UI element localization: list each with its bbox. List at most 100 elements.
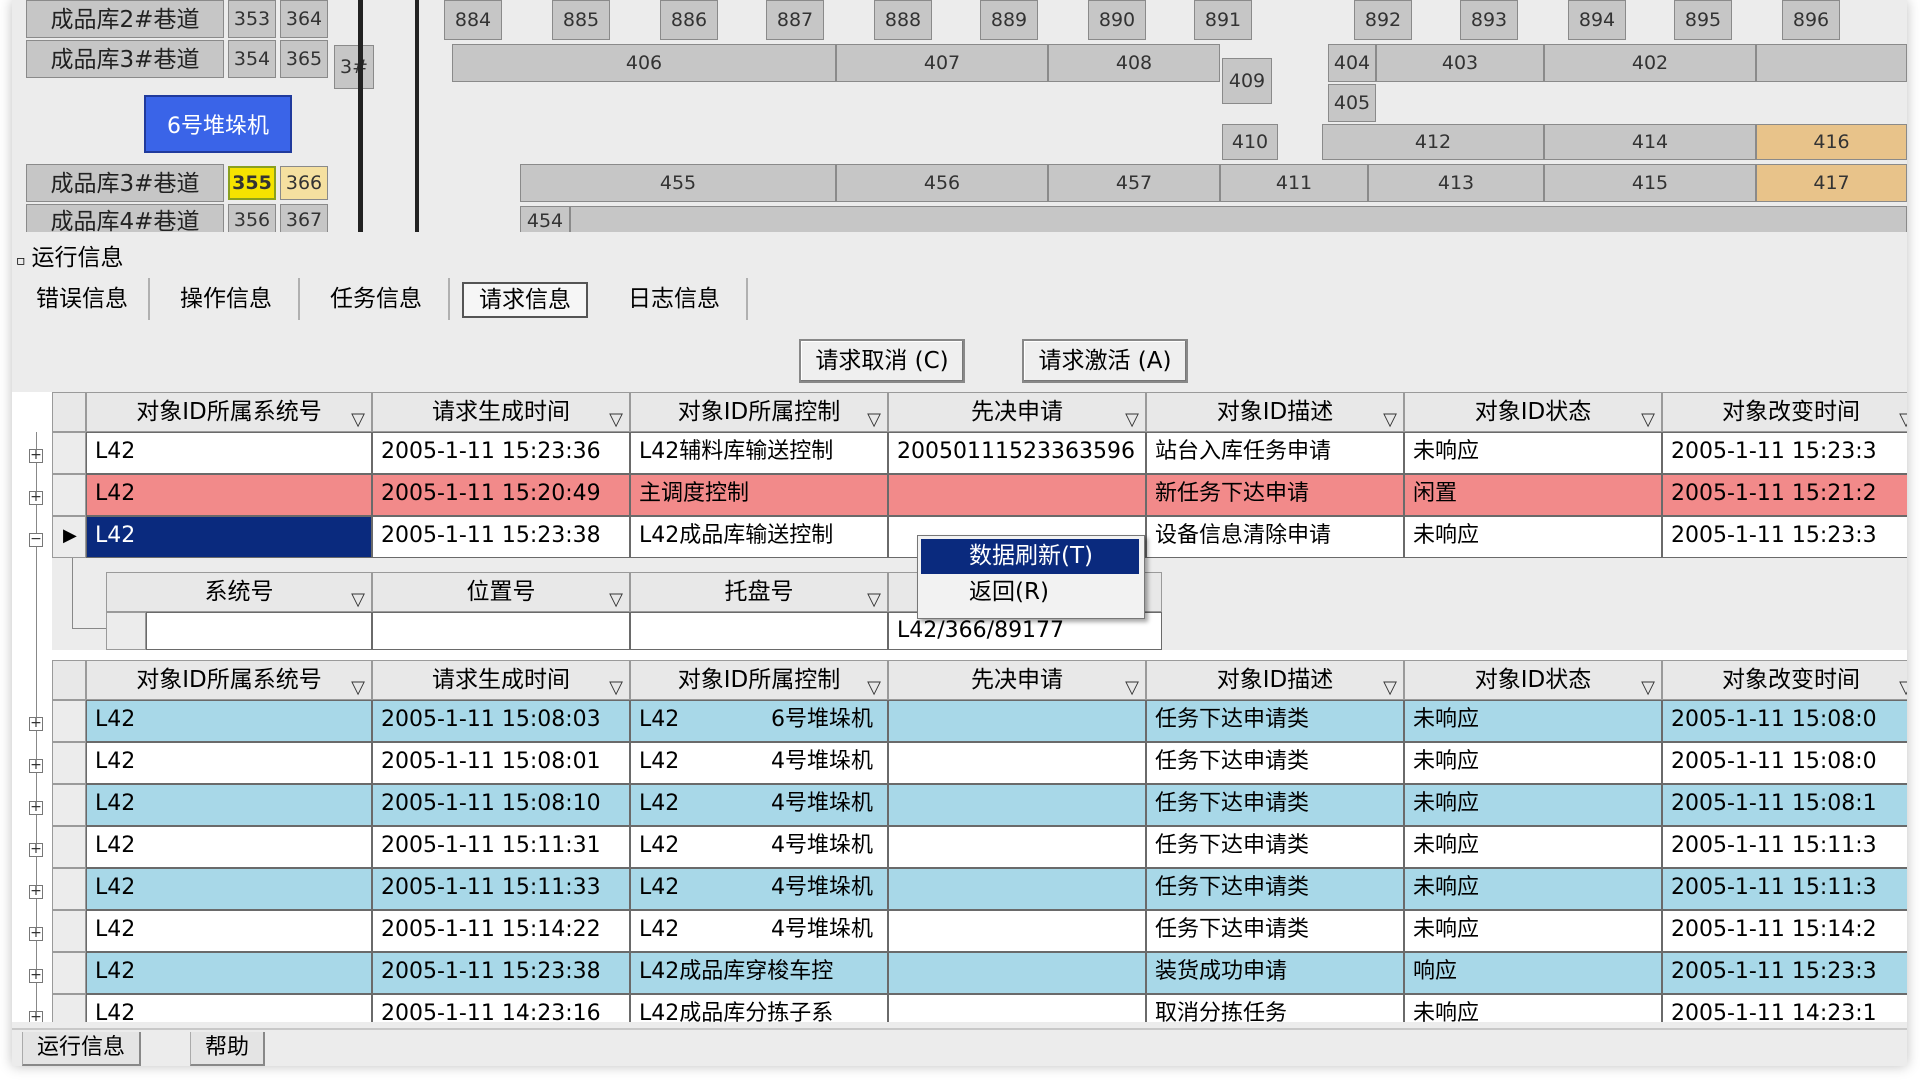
funnel-icon[interactable]: ▽: [1125, 401, 1139, 431]
grid-cell[interactable]: L42 4号堆垛机: [630, 868, 888, 910]
slot-cell-highlight[interactable]: 366: [280, 166, 328, 200]
funnel-icon[interactable]: ▽: [1383, 669, 1397, 699]
row-selector[interactable]: [52, 784, 86, 826]
funnel-icon[interactable]: ▽: [1383, 401, 1397, 431]
slot-cell[interactable]: 409: [1222, 58, 1272, 104]
slot-cell[interactable]: 894: [1568, 0, 1626, 40]
grid-cell[interactable]: 未响应: [1404, 868, 1662, 910]
grid-cell[interactable]: L42 6号堆垛机: [630, 700, 888, 742]
funnel-icon[interactable]: ▽: [1641, 669, 1655, 699]
grid-cell[interactable]: L42: [86, 784, 372, 826]
grid-cell[interactable]: 未响应: [1404, 910, 1662, 952]
row-selector[interactable]: [52, 742, 86, 784]
menu-item-refresh[interactable]: 数据刷新(T): [921, 539, 1139, 574]
tab-operations[interactable]: 操作信息: [154, 278, 300, 320]
slot-cell[interactable]: 365: [280, 40, 328, 78]
grid-cell[interactable]: 2005-1-11 15:11:33: [372, 868, 630, 910]
grid-cell[interactable]: [888, 826, 1146, 868]
slot-cell[interactable]: 888: [874, 0, 932, 40]
grid-cell[interactable]: 任务下达申请类: [1146, 784, 1404, 826]
grid-cell[interactable]: 2005-1-11 14:23:16: [372, 994, 630, 1022]
slot-cell[interactable]: 402: [1544, 44, 1756, 82]
slot-cell[interactable]: 456: [836, 164, 1048, 202]
column-header[interactable]: 请求生成时间 ▽: [372, 392, 630, 432]
row-selector[interactable]: [52, 432, 86, 474]
grid-cell[interactable]: 2005-1-11 15:08:01: [372, 742, 630, 784]
plus-box-icon[interactable]: +: [29, 968, 43, 983]
grid-cell[interactable]: 任务下达申请类: [1146, 700, 1404, 742]
grid-cell[interactable]: [888, 742, 1146, 784]
slot-cell[interactable]: [1756, 44, 1907, 82]
slot-cell[interactable]: 887: [766, 0, 824, 40]
grid-cell[interactable]: 未响应: [1404, 432, 1662, 474]
grid-cell[interactable]: 2005-1-11 15:08:1: [1662, 784, 1907, 826]
slot-cell[interactable]: 354: [228, 40, 276, 78]
slot-cell[interactable]: 367: [280, 204, 328, 232]
slot-cell[interactable]: 885: [552, 0, 610, 40]
grid-cell[interactable]: L42 4号堆垛机: [630, 910, 888, 952]
row-selector[interactable]: [52, 910, 86, 952]
grid-cell[interactable]: [888, 952, 1146, 994]
bottom-tab-help[interactable]: 帮助: [190, 1032, 266, 1066]
grid-cell[interactable]: [372, 612, 630, 650]
minus-box-icon[interactable]: −: [29, 532, 43, 547]
slot-cell[interactable]: 403: [1376, 44, 1544, 82]
grid-cell[interactable]: L42: [86, 952, 372, 994]
row-selector[interactable]: ▶: [52, 516, 86, 558]
slot-cell[interactable]: 890: [1088, 0, 1146, 40]
grid-cell-selected[interactable]: L42: [86, 516, 372, 558]
plus-box-icon[interactable]: +: [29, 842, 43, 857]
slot-cell[interactable]: 404: [1328, 44, 1376, 82]
funnel-icon[interactable]: ▽: [1899, 401, 1907, 431]
grid-cell[interactable]: L42: [86, 742, 372, 784]
slot-cell[interactable]: 405: [1328, 84, 1376, 122]
grid-cell[interactable]: L42: [86, 994, 372, 1022]
grid-cell[interactable]: 装货成功申请: [1146, 952, 1404, 994]
grid-cell[interactable]: [630, 612, 888, 650]
grid-cell[interactable]: [146, 612, 372, 650]
slot-cell[interactable]: 889: [980, 0, 1038, 40]
plus-box-icon[interactable]: +: [29, 448, 43, 463]
grid-cell[interactable]: 响应: [1404, 952, 1662, 994]
grid-cell[interactable]: 未响应: [1404, 994, 1662, 1022]
funnel-icon[interactable]: ▽: [351, 669, 365, 699]
grid-cell[interactable]: [888, 868, 1146, 910]
grid-cell[interactable]: L42辅料库输送控制: [630, 432, 888, 474]
grid-cell[interactable]: 未响应: [1404, 826, 1662, 868]
funnel-icon[interactable]: ▽: [351, 401, 365, 431]
grid-cell[interactable]: L42: [86, 826, 372, 868]
grid-cell[interactable]: 2005-1-11 15:08:10: [372, 784, 630, 826]
grid-cell[interactable]: 任务下达申请类: [1146, 910, 1404, 952]
slot-cell[interactable]: 407: [836, 44, 1048, 82]
slot-cell[interactable]: 884: [444, 0, 502, 40]
grid-cell[interactable]: 任务下达申请类: [1146, 826, 1404, 868]
grid-cell[interactable]: L42: [86, 700, 372, 742]
child-column-header[interactable]: 位置号 ▽: [372, 572, 630, 612]
slot-cell[interactable]: 455: [520, 164, 836, 202]
grid-cell[interactable]: 2005-1-11 15:08:0: [1662, 742, 1907, 784]
lane-label[interactable]: 成品库3#巷道: [26, 40, 224, 78]
funnel-icon[interactable]: ▽: [1125, 669, 1139, 699]
grid-cell[interactable]: [888, 910, 1146, 952]
plus-box-icon[interactable]: +: [29, 800, 43, 815]
slot-cell[interactable]: 895: [1674, 0, 1732, 40]
slot-cell[interactable]: 457: [1048, 164, 1220, 202]
lane-label[interactable]: 成品库2#巷道: [26, 0, 224, 38]
grid-cell[interactable]: L42 4号堆垛机: [630, 742, 888, 784]
plus-box-icon[interactable]: +: [29, 1010, 43, 1022]
funnel-icon[interactable]: ▽: [609, 581, 623, 611]
tab-logs[interactable]: 日志信息: [602, 278, 748, 320]
grid-cell[interactable]: 2005-1-11 15:11:3: [1662, 826, 1907, 868]
slot-cell[interactable]: 892: [1354, 0, 1412, 40]
grid-cell[interactable]: [888, 784, 1146, 826]
grid-cell[interactable]: 新任务下达申请: [1146, 474, 1404, 516]
grid-cell[interactable]: 2005-1-11 15:23:36: [372, 432, 630, 474]
slot-cell-occupied[interactable]: 416: [1756, 124, 1907, 160]
grid-cell[interactable]: L42: [86, 432, 372, 474]
slot-cell[interactable]: 353: [228, 0, 276, 38]
grid-cell[interactable]: 2005-1-11 15:14:22: [372, 910, 630, 952]
grid-cell[interactable]: 未响应: [1404, 516, 1662, 558]
funnel-icon[interactable]: ▽: [609, 401, 623, 431]
column-header[interactable]: 对象改变时间 ▽: [1662, 392, 1907, 432]
row-selector[interactable]: [106, 612, 146, 650]
